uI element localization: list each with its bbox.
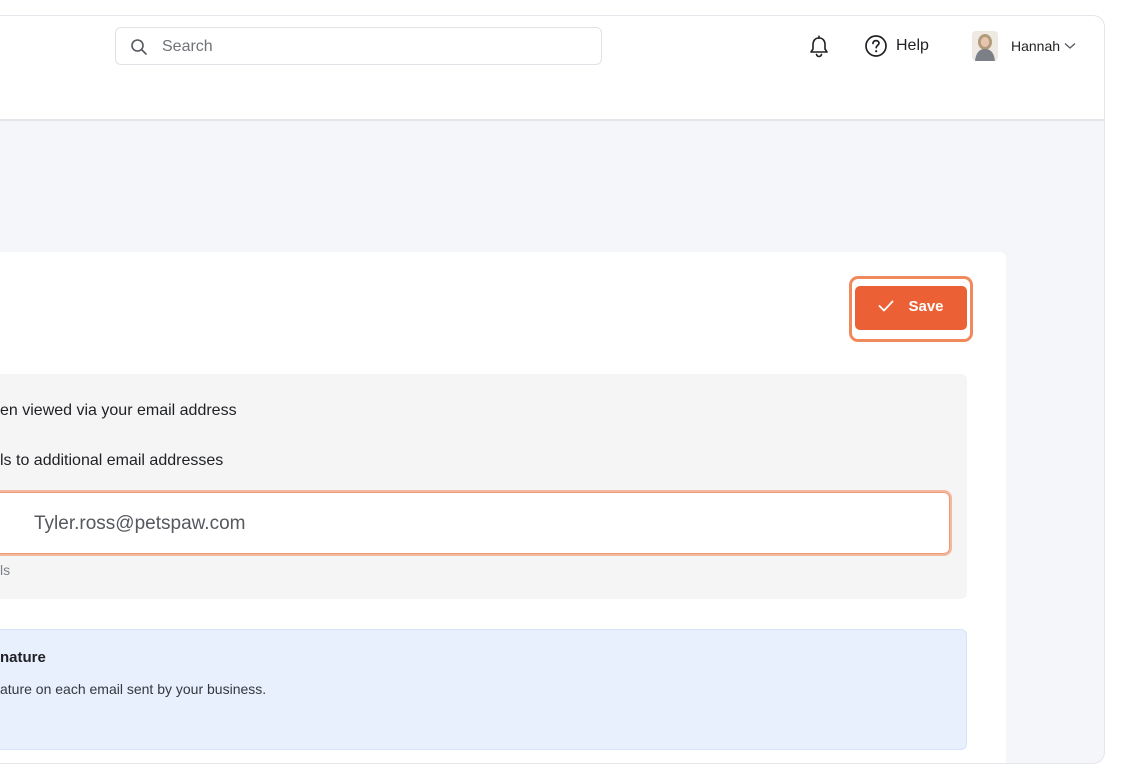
search-input[interactable] bbox=[160, 34, 584, 60]
bell-icon[interactable] bbox=[808, 35, 830, 59]
additional-email-hint: ls bbox=[0, 562, 11, 578]
search-icon bbox=[131, 39, 147, 55]
save-button-label: Save bbox=[908, 297, 944, 315]
sub-navigation-bar bbox=[0, 78, 1104, 121]
settings-card: Save en viewed via your email address ls… bbox=[0, 252, 1006, 763]
user-menu[interactable]: Hannah bbox=[972, 31, 1076, 61]
additional-email-field[interactable] bbox=[0, 490, 952, 556]
help-circle-icon bbox=[865, 35, 887, 57]
email-signature-section: nature ature on each email sent by your … bbox=[0, 629, 967, 750]
chevron-down-icon bbox=[1064, 43, 1076, 49]
top-bar: Help Hannah bbox=[0, 16, 1104, 79]
save-button[interactable]: Save bbox=[855, 282, 967, 330]
signature-title: nature bbox=[0, 649, 46, 666]
search-box[interactable] bbox=[115, 27, 602, 65]
help-button[interactable]: Help bbox=[864, 34, 929, 58]
email-view-option-text: en viewed via your email address bbox=[0, 402, 237, 419]
avatar bbox=[972, 31, 998, 61]
signature-description: ature on each email sent by your busines… bbox=[0, 681, 267, 697]
user-name: Hannah bbox=[1011, 38, 1061, 54]
check-icon bbox=[879, 300, 894, 312]
additional-emails-option-text: ls to additional email addresses bbox=[0, 452, 224, 469]
additional-email-input[interactable] bbox=[32, 508, 916, 540]
email-settings-section: en viewed via your email address ls to a… bbox=[0, 374, 967, 599]
help-label: Help bbox=[896, 37, 929, 54]
app-window: Help Hannah Save bbox=[0, 15, 1105, 764]
